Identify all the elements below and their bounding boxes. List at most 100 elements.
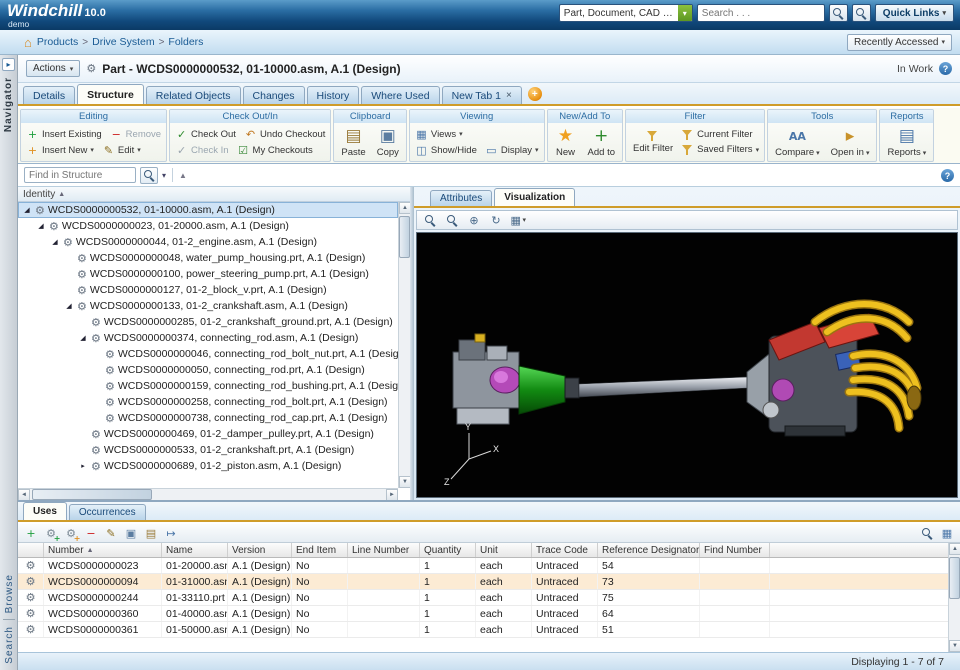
edit-button[interactable]: ✎ xyxy=(103,526,119,541)
tree-node[interactable]: ⚙WCDS0000000159, connecting_rod_bushing.… xyxy=(18,378,398,394)
search-table-button[interactable] xyxy=(919,526,935,541)
insert-new-button[interactable]: ⚙+ xyxy=(63,526,79,541)
export-button[interactable]: ↦ xyxy=(163,526,179,541)
tab-where-used[interactable]: Where Used xyxy=(361,86,439,104)
search-button[interactable] xyxy=(829,4,848,22)
tree-node[interactable]: ⚙WCDS0000000533, 01-2_crankshaft.prt, A.… xyxy=(18,442,398,458)
tree-node[interactable]: ⚙WCDS0000000100, power_steering_pump.prt… xyxy=(18,266,398,282)
tree-node[interactable]: ◢⚙WCDS0000000133, 01-2_crankshaft.asm, A… xyxy=(18,298,398,314)
display-button[interactable]: ▭Display▾ xyxy=(483,144,541,157)
tree-node[interactable]: ◢⚙WCDS0000000532, 01-10000.asm, A.1 (Des… xyxy=(18,202,398,218)
browse-tab[interactable]: Browse xyxy=(4,574,15,613)
tab-details[interactable]: Details xyxy=(23,86,75,104)
add-to-button[interactable]: +Add to xyxy=(584,126,619,158)
tree-node[interactable]: ⚙WCDS0000000285, 01-2_crankshaft_ground.… xyxy=(18,314,398,330)
3d-viewport[interactable]: Y X Z xyxy=(416,232,958,498)
tab-attributes[interactable]: Attributes xyxy=(430,190,492,206)
scroll-track[interactable] xyxy=(949,555,960,640)
expanded-caret-icon[interactable]: ◢ xyxy=(36,222,46,230)
find-button[interactable] xyxy=(140,167,158,184)
tab-history[interactable]: History xyxy=(307,86,360,104)
identity-column-header[interactable]: Identity ▲ xyxy=(18,187,410,202)
table-row[interactable]: ⚙WCDS000000009401-31000.asmA.1 (Design)N… xyxy=(18,574,948,590)
insert-existing-button[interactable]: +Insert Existing xyxy=(24,128,104,141)
compare-button[interactable]: AACompare▾ xyxy=(771,126,824,158)
insert-new-button[interactable]: +Insert New▾ xyxy=(24,144,96,157)
column-header-reference-designator[interactable]: Reference Designator xyxy=(598,543,700,557)
collapse-panel-icon[interactable]: ▲ xyxy=(179,171,187,180)
find-options-dropdown-icon[interactable]: ▾ xyxy=(162,171,166,180)
new-button[interactable]: ★New xyxy=(551,126,581,158)
tab-related-objects[interactable]: Related Objects xyxy=(146,86,241,104)
add-button[interactable]: + xyxy=(23,526,39,541)
undo-checkout-button[interactable]: ↶Undo Checkout xyxy=(242,128,327,141)
tab-uses[interactable]: Uses xyxy=(23,502,67,520)
table-row[interactable]: ⚙WCDS000000002301-20000.asmA.1 (Design)N… xyxy=(18,558,948,574)
paste-button[interactable]: ▤Paste xyxy=(337,126,369,158)
copy-button[interactable]: ▣Copy xyxy=(373,126,403,158)
column-header-quantity[interactable]: Quantity xyxy=(420,543,476,557)
recently-accessed-menu[interactable]: Recently Accessed ▾ xyxy=(847,34,952,51)
column-header-number[interactable]: Number▲ xyxy=(44,543,162,557)
uses-vertical-scrollbar[interactable]: ▲ ▼ xyxy=(948,543,960,652)
zoom-window-button[interactable] xyxy=(421,212,439,228)
global-search-input[interactable] xyxy=(697,4,825,22)
column-header-version[interactable]: Version xyxy=(228,543,292,557)
breadcrumb-link-products[interactable]: Products xyxy=(37,36,78,48)
tree-horizontal-scrollbar[interactable]: ◄ ► xyxy=(18,488,398,500)
view-options-button[interactable]: ▦ xyxy=(939,526,955,541)
home-icon[interactable]: ⌂ xyxy=(24,36,32,49)
table-row[interactable]: ⚙WCDS000000036101-50000.asmA.1 (Design)N… xyxy=(18,622,948,638)
scroll-thumb[interactable] xyxy=(949,557,960,599)
close-tab-icon[interactable]: × xyxy=(506,91,512,101)
scroll-track[interactable] xyxy=(30,489,386,500)
views-button[interactable]: ▦Views▾ xyxy=(413,128,465,141)
column-header-trace-code[interactable]: Trace Code xyxy=(532,543,598,557)
my-checkouts-button[interactable]: ☑My Checkouts xyxy=(235,144,315,157)
breadcrumb-link-drive-system[interactable]: Drive System xyxy=(92,36,154,48)
edit-filter-button[interactable]: Edit Filter xyxy=(629,130,677,154)
scroll-down-icon[interactable]: ▼ xyxy=(949,640,960,652)
saved-filters-button[interactable]: Saved Filters▾ xyxy=(680,144,761,156)
open-in-button[interactable]: ▸Open in▾ xyxy=(827,126,874,158)
tree-node[interactable]: ◢⚙WCDS0000000023, 01-20000.asm, A.1 (Des… xyxy=(18,218,398,234)
insert-existing-button[interactable]: ⚙+ xyxy=(43,526,59,541)
tab-structure[interactable]: Structure xyxy=(77,84,144,104)
column-header-line-number[interactable]: Line Number xyxy=(348,543,420,557)
tree-node[interactable]: ⚙WCDS0000000469, 01-2_damper_pulley.prt,… xyxy=(18,426,398,442)
zoom-button[interactable] xyxy=(443,212,461,228)
table-row[interactable]: ⚙WCDS000000024401-33110.prtA.1 (Design)N… xyxy=(18,590,948,606)
actions-menu-button[interactable]: Actions ▾ xyxy=(26,60,80,77)
advanced-search-button[interactable] xyxy=(852,4,871,22)
show-hide-button[interactable]: ◫Show/Hide xyxy=(413,144,479,157)
tree-vertical-scrollbar[interactable]: ▲ ▼ xyxy=(398,202,410,488)
tree-node[interactable]: ⚙WCDS0000000258, connecting_rod_bolt.prt… xyxy=(18,394,398,410)
expanded-caret-icon[interactable]: ◢ xyxy=(50,238,60,246)
column-header-find-number[interactable]: Find Number xyxy=(700,543,770,557)
edit-button[interactable]: ✎Edit▾ xyxy=(100,144,143,157)
column-header-end-item[interactable]: End Item xyxy=(292,543,348,557)
search-tab[interactable]: Search xyxy=(4,626,15,664)
scroll-up-icon[interactable]: ▲ xyxy=(949,543,960,555)
tree-node[interactable]: ⚙WCDS0000000050, connecting_rod.prt, A.1… xyxy=(18,362,398,378)
tree-node[interactable]: ◢⚙WCDS0000000044, 01-2_engine.asm, A.1 (… xyxy=(18,234,398,250)
expanded-caret-icon[interactable]: ◢ xyxy=(64,302,74,310)
breadcrumb-link-folders[interactable]: Folders xyxy=(168,36,203,48)
remove-button[interactable]: − xyxy=(83,526,99,541)
paste-button[interactable]: ▤ xyxy=(143,526,159,541)
current-filter-button[interactable]: Current Filter xyxy=(680,129,754,141)
scroll-track[interactable] xyxy=(399,214,410,476)
pan-button[interactable]: ⊕ xyxy=(465,212,483,228)
search-type-select[interactable]: Part, Document, CAD D... ▾ xyxy=(559,4,693,22)
expanded-caret-icon[interactable]: ◢ xyxy=(78,334,88,342)
column-header-name[interactable]: Name xyxy=(162,543,228,557)
tab-occurrences[interactable]: Occurrences xyxy=(69,504,146,520)
help-icon[interactable]: ? xyxy=(939,62,952,75)
reports-button[interactable]: ▤Reports▾ xyxy=(883,126,930,158)
new-tab-button[interactable]: + xyxy=(528,87,542,101)
tab-visualization[interactable]: Visualization xyxy=(494,188,575,206)
tree-node[interactable]: ◢⚙WCDS0000000374, connecting_rod.asm, A.… xyxy=(18,330,398,346)
display-options-button[interactable]: ▦▾ xyxy=(509,212,527,228)
tree-node[interactable]: ⚙WCDS0000000048, water_pump_housing.prt,… xyxy=(18,250,398,266)
tree-node[interactable]: ⚙WCDS0000000738, connecting_rod_cap.prt,… xyxy=(18,410,398,426)
